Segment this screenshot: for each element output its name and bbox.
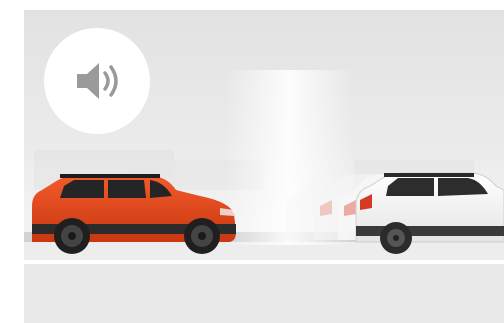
speaker-sound-icon bbox=[77, 63, 118, 99]
sound-toggle-button[interactable] bbox=[44, 28, 150, 134]
parking-assist-scene bbox=[24, 10, 504, 260]
white-suv bbox=[355, 172, 504, 254]
image-frame bbox=[0, 0, 504, 323]
bottom-panel bbox=[24, 264, 504, 323]
